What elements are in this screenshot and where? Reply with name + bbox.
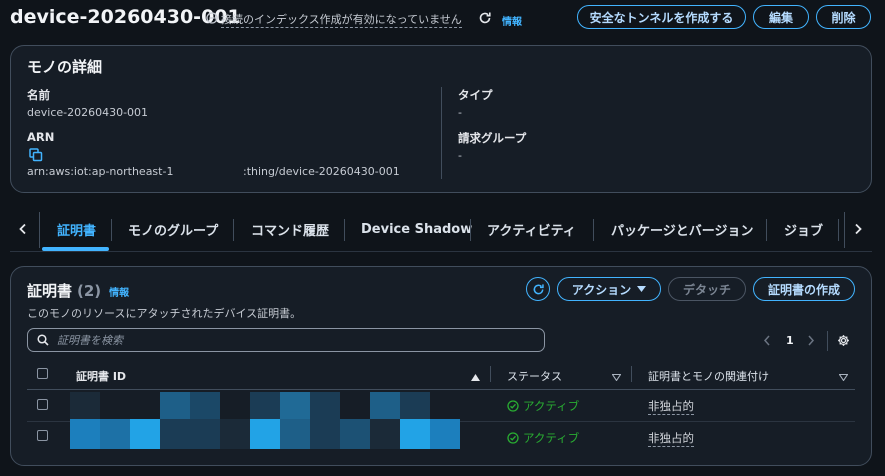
tab-device-shadow[interactable]: Device Shadow xyxy=(361,214,472,244)
tabs-right-divider xyxy=(844,212,845,248)
refresh-icon[interactable] xyxy=(478,11,492,28)
sort-up-icon[interactable] xyxy=(471,370,480,384)
row-checkbox[interactable] xyxy=(37,430,48,441)
type-label: タイプ xyxy=(458,88,493,102)
details-divider xyxy=(441,87,442,179)
tab-separator xyxy=(344,219,345,241)
row-status: アクティブ xyxy=(507,398,579,414)
page-next-icon[interactable] xyxy=(807,335,815,349)
row-status-text: アクティブ xyxy=(523,399,580,413)
row-status-text: アクティブ xyxy=(523,431,580,445)
pagination-divider xyxy=(827,331,828,351)
certificate-id-redacted[interactable] xyxy=(70,419,460,449)
tab-separator xyxy=(838,219,839,241)
search-icon xyxy=(37,334,49,346)
certificates-title: 証明書 (2) 情報 xyxy=(27,280,129,301)
tab-separator xyxy=(470,219,471,241)
arn-suffix: :thing/device-20260430-001 xyxy=(243,165,400,178)
edit-button[interactable]: 編集 xyxy=(753,5,809,29)
chevron-left-icon[interactable] xyxy=(18,223,28,238)
tab-separator xyxy=(766,219,767,241)
tab-certificates[interactable]: 証明書 xyxy=(57,214,96,244)
search-input[interactable]: 証明書を検索 xyxy=(57,332,123,348)
certificates-count: (2) xyxy=(77,282,102,300)
delete-button[interactable]: 削除 xyxy=(816,5,871,29)
select-all-checkbox[interactable] xyxy=(37,368,48,379)
table-header-border xyxy=(27,389,855,390)
column-header-id[interactable]: 証明書 ID xyxy=(76,368,126,384)
row-association[interactable]: 非独占的 xyxy=(648,398,694,415)
column-header-association[interactable]: 証明書とモノの関連付け xyxy=(648,368,769,384)
tab-separator xyxy=(111,219,112,241)
refresh-button[interactable] xyxy=(526,277,550,301)
column-header-status[interactable]: ステータス xyxy=(507,368,562,384)
index-status-text[interactable]: 接続のインデックス作成が有効になっていません xyxy=(221,11,462,28)
sort-down-icon[interactable] xyxy=(611,370,622,384)
column-separator xyxy=(631,366,632,382)
sort-down-icon[interactable] xyxy=(838,370,849,384)
tab-packages-versions[interactable]: パッケージとバージョン xyxy=(611,214,753,244)
index-status: 接続のインデックス作成が有効になっていません xyxy=(206,11,462,28)
arn-prefix: arn:aws:iot:ap-northeast-1 xyxy=(27,165,174,178)
name-value: device-20260430-001 xyxy=(27,106,149,119)
check-circle-icon xyxy=(507,432,519,444)
circle-minus-icon xyxy=(206,12,218,27)
copy-icon[interactable] xyxy=(29,148,43,165)
create-tunnel-button[interactable]: 安全なトンネルを作成する xyxy=(577,5,746,29)
actions-label: アクション xyxy=(571,282,632,297)
billing-group-value: - xyxy=(458,149,462,162)
search-field[interactable]: 証明書を検索 xyxy=(27,328,545,352)
refresh-icon xyxy=(532,283,545,296)
caret-down-icon xyxy=(637,286,647,292)
certificates-title-text: 証明書 xyxy=(27,282,73,300)
page-number[interactable]: 1 xyxy=(786,334,794,347)
column-separator xyxy=(490,366,491,382)
gear-icon[interactable] xyxy=(837,334,850,350)
certificate-id-redacted[interactable] xyxy=(70,392,460,420)
page-prev-icon[interactable] xyxy=(763,335,771,349)
certificates-info-link[interactable]: 情報 xyxy=(109,284,129,299)
tabs-left-divider xyxy=(39,212,40,248)
tab-jobs[interactable]: ジョブ xyxy=(784,214,823,244)
chevron-right-icon[interactable] xyxy=(853,223,863,238)
tabs-bottom-border xyxy=(10,251,872,252)
certificates-description: このモノのリソースにアタッチされたデバイス証明書。 xyxy=(27,307,302,320)
detach-button[interactable]: デタッチ xyxy=(668,277,746,301)
tab-thing-groups[interactable]: モノのグループ xyxy=(128,214,218,244)
tab-command-history[interactable]: コマンド履歴 xyxy=(251,214,329,244)
row-checkbox[interactable] xyxy=(37,399,48,410)
check-circle-icon xyxy=(507,400,519,412)
create-certificate-button[interactable]: 証明書の作成 xyxy=(753,277,855,301)
arn-label: ARN xyxy=(27,130,55,144)
tab-separator xyxy=(233,219,234,241)
type-value: - xyxy=(458,106,462,119)
billing-group-label: 請求グループ xyxy=(458,131,527,145)
tab-separator xyxy=(593,219,594,241)
name-label: 名前 xyxy=(27,88,50,102)
row-status: アクティブ xyxy=(507,430,579,446)
tab-activity[interactable]: アクティビティ xyxy=(487,214,576,244)
actions-button[interactable]: アクション xyxy=(557,277,661,301)
details-title: モノの詳細 xyxy=(27,58,103,76)
row-association[interactable]: 非独占的 xyxy=(648,430,694,447)
info-link[interactable]: 情報 xyxy=(502,13,522,28)
